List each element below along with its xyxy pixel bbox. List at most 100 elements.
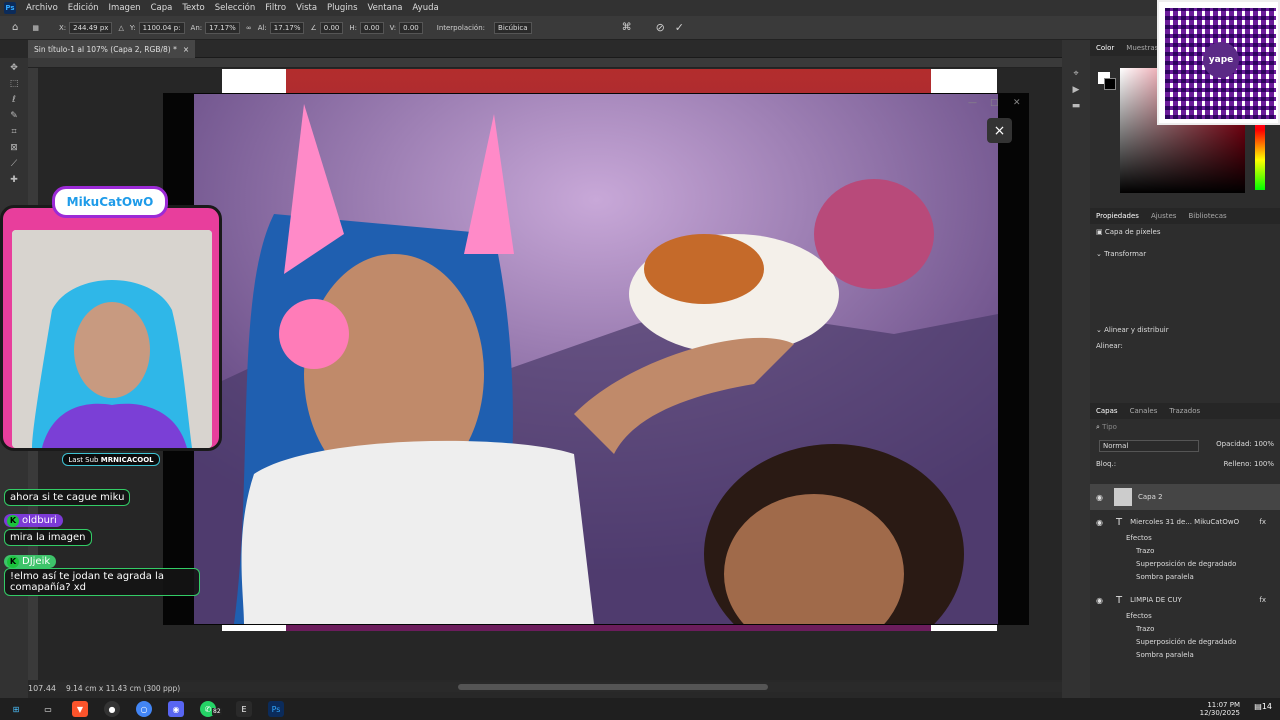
- tab-layers[interactable]: Capas: [1090, 407, 1124, 415]
- tab-properties[interactable]: Propiedades: [1090, 212, 1145, 220]
- hskew-field[interactable]: H: 0.00: [349, 21, 384, 34]
- obs-icon[interactable]: ●: [104, 701, 120, 717]
- photoshop-taskbar-icon[interactable]: Ps: [268, 701, 284, 717]
- fill-field[interactable]: 100%: [1254, 460, 1274, 468]
- viewer-close-button[interactable]: ×: [987, 118, 1012, 143]
- comment-icon[interactable]: ▬: [1069, 100, 1083, 112]
- menu-capa[interactable]: Capa: [146, 3, 178, 13]
- viewer-minimize-icon[interactable]: —: [968, 98, 977, 108]
- menu-imagen[interactable]: Imagen: [104, 3, 146, 13]
- effect-item[interactable]: Sombra paralela: [1090, 651, 1280, 659]
- blend-mode-select[interactable]: Normal: [1099, 440, 1199, 452]
- marquee-tool-icon[interactable]: ⬚: [7, 78, 21, 90]
- fx-badge[interactable]: fx: [1259, 518, 1266, 526]
- opacity-field[interactable]: 100%: [1254, 440, 1274, 448]
- x-field[interactable]: X: 244.49 px: [59, 21, 113, 34]
- menu-vista[interactable]: Vista: [291, 3, 322, 13]
- move-tool-icon[interactable]: ✥: [7, 62, 21, 74]
- delta-icon: △: [118, 23, 124, 32]
- status-bar: 107.44 9.14 cm x 11.43 cm (300 ppp): [28, 682, 228, 694]
- crop-tool-icon[interactable]: ⌗: [7, 126, 21, 138]
- eyedropper-tool-icon[interactable]: ⟋: [7, 158, 21, 170]
- lasso-tool-icon[interactable]: ℓ: [7, 94, 21, 106]
- cancel-transform-icon[interactable]: ⊘: [656, 21, 665, 34]
- transform-fields: [1090, 262, 1280, 322]
- angle-field[interactable]: ∠ 0.00: [310, 21, 344, 34]
- text-layer-icon: T: [1116, 594, 1123, 606]
- layer-row[interactable]: ◉ T LIMPIA DE CUY fx: [1090, 592, 1280, 608]
- effect-item[interactable]: Trazo: [1090, 625, 1280, 633]
- layer-row[interactable]: ◉ Capa 2: [1090, 484, 1280, 510]
- viewer-window-close-icon[interactable]: ✕: [1013, 98, 1021, 108]
- notification-icon[interactable]: ▤14: [1254, 702, 1272, 711]
- menu-texto[interactable]: Texto: [177, 3, 209, 13]
- close-tab-icon[interactable]: ×: [183, 45, 189, 54]
- viewer-photo: [194, 94, 998, 624]
- layer-row[interactable]: ◉ T Miercoles 31 de... MikuCatOwO fx: [1090, 514, 1280, 530]
- height-field[interactable]: Al: 17.17%: [258, 21, 305, 34]
- effect-item[interactable]: Superposición de degradado: [1090, 560, 1280, 568]
- viewer-maximize-icon[interactable]: □: [990, 98, 999, 108]
- fx-badge[interactable]: fx: [1259, 596, 1266, 604]
- warp-icon[interactable]: ⌘: [622, 22, 632, 33]
- tab-paths[interactable]: Trazados: [1163, 407, 1206, 415]
- whatsapp-badge: 82: [212, 708, 222, 715]
- panel-icons-strip: ⌖ ▶ ▬: [1062, 40, 1090, 698]
- reference-point-icon[interactable]: ▦: [32, 24, 39, 32]
- link-icon[interactable]: ∞: [246, 24, 252, 32]
- webcam-frame: [0, 205, 222, 451]
- layer-search[interactable]: ⌕ Tipo: [1090, 419, 1280, 436]
- align-label: Alinear:: [1096, 342, 1123, 350]
- effects-group: Efectos: [1126, 534, 1152, 542]
- healing-tool-icon[interactable]: ✚: [7, 174, 21, 186]
- system-clock[interactable]: 11:07 PM 12/30/2025: [1200, 698, 1240, 720]
- chrome-icon[interactable]: ○: [136, 701, 152, 717]
- vskew-field[interactable]: V: 0.00: [390, 21, 423, 34]
- menu-plugins[interactable]: Plugins: [322, 3, 362, 13]
- width-field[interactable]: An: 17.17%: [191, 21, 240, 34]
- zoom-level[interactable]: 107.44: [28, 684, 56, 693]
- last-sub-badge: Last Sub MRNICACOOL: [62, 453, 160, 466]
- commit-transform-icon[interactable]: ✓: [675, 21, 684, 34]
- text-layer-icon: T: [1116, 516, 1123, 528]
- transform-section[interactable]: ⌄ Transformar: [1090, 246, 1280, 262]
- frame-tool-icon[interactable]: ⊠: [7, 142, 21, 154]
- menu-ayuda[interactable]: Ayuda: [407, 3, 443, 13]
- interpolation-select[interactable]: Bicúbica: [491, 21, 532, 34]
- eye-icon[interactable]: ◉: [1096, 518, 1108, 527]
- menu-seleccion[interactable]: Selección: [210, 3, 261, 13]
- document-tab[interactable]: Sin título-1 al 107% (Capa 2, RGB/8) * ×: [28, 40, 196, 58]
- payment-qr-code: yape: [1157, 0, 1280, 125]
- tab-adjustments[interactable]: Ajustes: [1145, 212, 1183, 220]
- eye-icon[interactable]: ◉: [1096, 493, 1108, 502]
- menu-ventana[interactable]: Ventana: [363, 3, 408, 13]
- align-section[interactable]: ⌄ Alinear y distribuir: [1090, 322, 1280, 338]
- effect-item[interactable]: Sombra paralela: [1090, 573, 1280, 581]
- layer-name: LIMPIA DE CUY: [1130, 596, 1182, 604]
- menu-filtro[interactable]: Filtro: [260, 3, 291, 13]
- menu-bar: Ps Archivo Edición Imagen Capa Texto Sel…: [0, 0, 1280, 16]
- eye-icon[interactable]: ◉: [1096, 596, 1108, 605]
- magic-wand-tool-icon[interactable]: ✎: [7, 110, 21, 122]
- menu-archivo[interactable]: Archivo: [21, 3, 63, 13]
- y-field[interactable]: Y: 1100.04 p:: [130, 21, 185, 34]
- epic-games-icon[interactable]: E: [236, 701, 252, 717]
- windows-start-icon[interactable]: ⊞: [8, 701, 24, 717]
- tab-libraries[interactable]: Bibliotecas: [1182, 212, 1232, 220]
- play-icon[interactable]: ▶: [1069, 84, 1083, 96]
- brave-icon[interactable]: ▼: [72, 701, 88, 717]
- menu-edicion[interactable]: Edición: [63, 3, 104, 13]
- document-size: 9.14 cm x 11.43 cm (300 ppp): [66, 683, 181, 693]
- effect-item[interactable]: Trazo: [1090, 547, 1280, 555]
- history-icon[interactable]: ⌖: [1069, 68, 1083, 80]
- background-swatch[interactable]: [1104, 78, 1116, 90]
- discord-icon[interactable]: ◉: [168, 701, 184, 717]
- home-icon[interactable]: ⌂: [12, 22, 18, 33]
- tab-channels[interactable]: Canales: [1124, 407, 1164, 415]
- whatsapp-icon[interactable]: ✆ 82: [200, 701, 222, 717]
- effect-item[interactable]: Superposición de degradado: [1090, 638, 1280, 646]
- chat-username: K DJjeik: [4, 555, 57, 568]
- tab-color[interactable]: Color: [1090, 44, 1120, 52]
- scroll-thumb[interactable]: [458, 684, 768, 690]
- task-view-icon[interactable]: ▭: [40, 701, 56, 717]
